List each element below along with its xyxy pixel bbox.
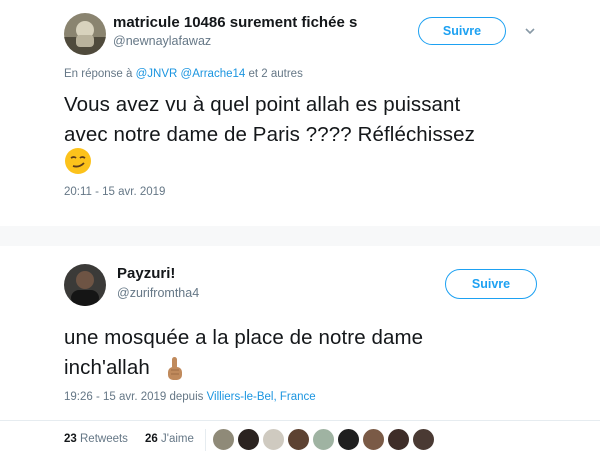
avatar[interactable]: [64, 264, 106, 306]
avatar[interactable]: [64, 13, 106, 55]
user-handle[interactable]: @newnaylafawaz: [113, 34, 211, 48]
liker-avatar[interactable]: [262, 428, 285, 451]
liker-avatar[interactable]: [237, 428, 260, 451]
like-count-label: J'aime: [161, 433, 194, 445]
timestamp[interactable]: 20:11 - 15 avr. 2019: [64, 186, 165, 198]
tweet-text: une mosquée a la place de notre dame inc…: [64, 323, 423, 383]
tweet-2: Payzuri! @zurifromtha4 Suivre une mosqué…: [0, 255, 600, 459]
follow-button[interactable]: Suivre: [418, 17, 506, 45]
location-link[interactable]: Villiers-le-Bel, France: [207, 391, 316, 403]
liker-avatar[interactable]: [212, 428, 235, 451]
timestamp[interactable]: 19:26 - 15 avr. 2019 depuis: [64, 391, 203, 403]
display-name[interactable]: matricule 10486 surement fichée s: [113, 14, 357, 31]
tweet-meta: 19:26 - 15 avr. 2019 depuis Villiers-le-…: [64, 391, 316, 403]
liker-avatar[interactable]: [312, 428, 335, 451]
mention-link[interactable]: @JNVR: [136, 68, 178, 80]
stats-separator: [205, 429, 206, 451]
engagement-bar: 23 Retweets 26 J'aime: [0, 420, 600, 455]
divider: [0, 226, 600, 246]
smirking-face-emoji: [65, 148, 91, 174]
tweet-text-fragment: inch'allah: [64, 356, 150, 379]
tweet-text-line: une mosquée a la place de notre dame: [64, 326, 424, 349]
liker-avatar[interactable]: [362, 428, 385, 451]
retweet-count-label: Retweets: [80, 433, 128, 445]
follow-button[interactable]: Suivre: [445, 269, 537, 299]
tweet-text-line: inch'allah: [64, 353, 423, 383]
liker-avatar[interactable]: [337, 428, 360, 451]
liker-avatar[interactable]: [387, 428, 410, 451]
reply-suffix[interactable]: et 2 autres: [248, 68, 302, 80]
reply-context: En réponse à @JNVR @Arrache14 et 2 autre…: [64, 68, 303, 80]
like-count[interactable]: 26 J'aime: [145, 433, 194, 445]
liker-avatar[interactable]: [287, 428, 310, 451]
retweet-count-value: 23: [64, 433, 77, 445]
liker-avatar[interactable]: [412, 428, 435, 451]
retweet-count[interactable]: 23 Retweets: [64, 433, 128, 445]
display-name[interactable]: Payzuri!: [117, 265, 175, 282]
reply-prefix: En réponse à: [64, 68, 133, 80]
index-pointing-up-emoji: [167, 356, 182, 380]
tweet-text-line: Vous avez vu à quel point allah es puiss…: [64, 93, 461, 116]
tweet-1: matricule 10486 surement fichée s @newna…: [0, 0, 600, 218]
user-handle[interactable]: @zurifromtha4: [117, 286, 199, 300]
tweet-text-line: avec notre dame de Paris ???? Réfléchiss…: [64, 123, 476, 146]
like-count-value: 26: [145, 433, 158, 445]
tweet-text: Vous avez vu à quel point allah es puiss…: [64, 90, 475, 150]
chevron-down-icon[interactable]: [523, 24, 537, 38]
mention-link[interactable]: @Arrache14: [181, 68, 246, 80]
